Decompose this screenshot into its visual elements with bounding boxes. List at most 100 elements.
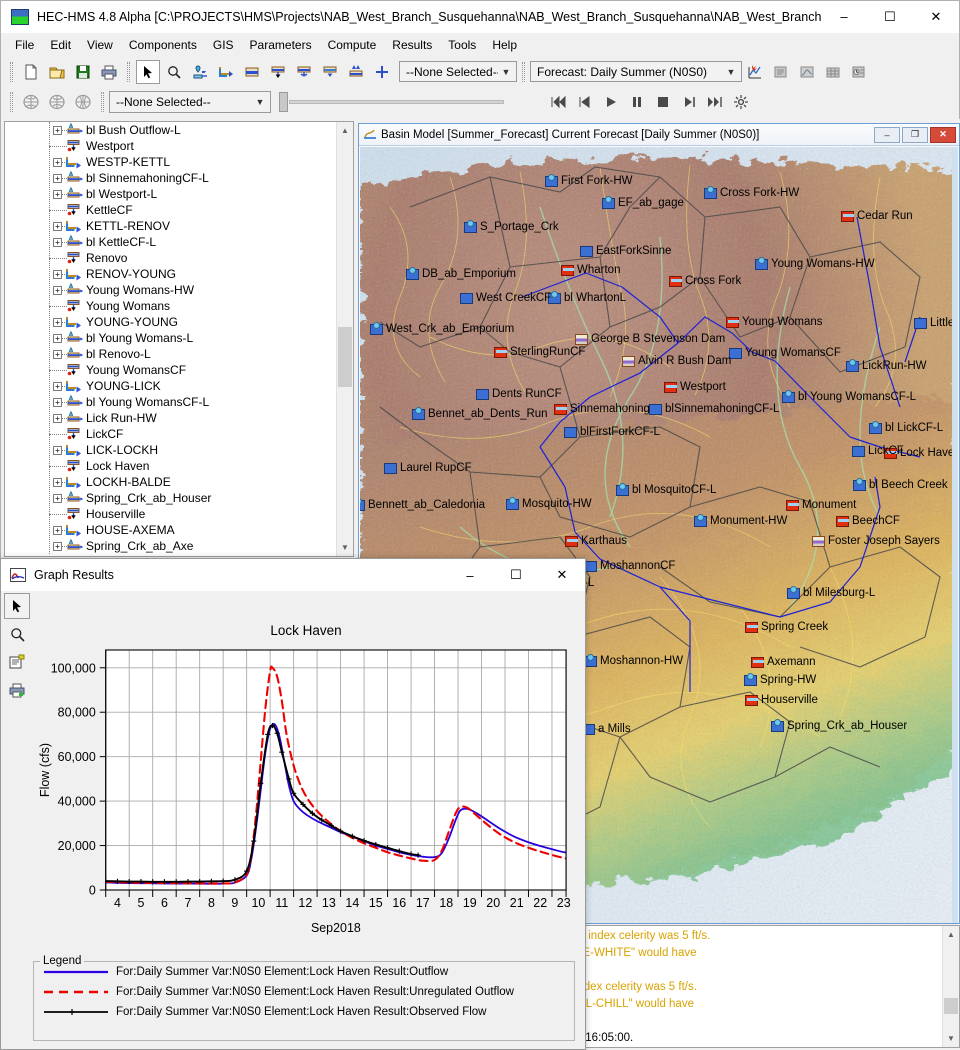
tree-node[interactable]: + bl SinnemahoningCF-L [5, 170, 336, 186]
basin-element-label[interactable]: bl WhartonL [564, 292, 626, 304]
basin-element-label[interactable]: Houserville [761, 694, 818, 706]
basin-element-label[interactable]: Spring Creek [761, 621, 828, 633]
tree-node[interactable]: + RENOV-YOUNG [5, 266, 336, 282]
tree-expand-icon[interactable]: + [53, 334, 62, 343]
msg-scroll-down-arrow-icon[interactable]: ▼ [943, 1030, 959, 1047]
chart-svg[interactable]: 4 5 6 7 8 9 10 11 12 13 14 15 16 17 18 19 20 21 22 23 0 20,00… [31, 593, 581, 958]
legend-item-unregulated-outflow[interactable]: For:Daily Summer Var:N0S0 Element:Lock H… [42, 982, 574, 1002]
tree-expand-icon[interactable]: + [53, 478, 62, 487]
basin-element-label[interactable]: blFirstForkCF-L [580, 426, 660, 438]
basin-restore-button[interactable]: ❐ [902, 126, 928, 143]
basin-element-sink-icon[interactable] [384, 463, 397, 474]
step-back-button[interactable] [573, 90, 597, 114]
close-button[interactable]: ✕ [913, 1, 959, 32]
basin-element-label[interactable]: Alvin R Bush Dam [638, 355, 731, 367]
skip-to-end-button[interactable] [703, 90, 727, 114]
tree-vertical-scrollbar[interactable]: ▲ ▼ [336, 122, 353, 556]
tree-node[interactable]: + bl KettleCF-L [5, 234, 336, 250]
basin-element-junction-icon[interactable] [565, 536, 578, 547]
basin-element-source-icon[interactable] [846, 359, 859, 372]
tree-node[interactable]: LickCF [5, 426, 336, 442]
basin-element-label[interactable]: Westport [680, 381, 726, 393]
tree-node[interactable]: + KETTL-RENOV [5, 218, 336, 234]
basin-element-label[interactable]: Sinnemahoning [570, 403, 650, 415]
menu-results[interactable]: Results [384, 35, 440, 55]
graph-maximize-button[interactable]: ☐ [493, 560, 539, 591]
menu-view[interactable]: View [79, 35, 121, 55]
basin-element-label[interactable]: Spring-HW [760, 674, 816, 686]
basin-element-label[interactable]: Wharton [577, 264, 620, 276]
basin-element-junction-icon[interactable] [561, 265, 574, 276]
basin-element-source-icon[interactable] [694, 514, 707, 527]
scroll-down-arrow-icon[interactable]: ▼ [337, 539, 353, 556]
pause-button[interactable] [625, 90, 649, 114]
tree-expand-icon[interactable]: + [53, 158, 62, 167]
stop-button[interactable] [651, 90, 675, 114]
basin-element-label[interactable]: First Fork-HW [561, 175, 633, 187]
basin-element-junction-icon[interactable] [669, 276, 682, 287]
add-element-tool[interactable] [370, 60, 394, 84]
basin-element-label[interactable]: bl MosquitoCF-L [632, 484, 716, 496]
diversion-tool[interactable] [292, 60, 316, 84]
tree-node[interactable]: + HOUSE-AXEMA [5, 522, 336, 538]
basin-element-label[interactable]: BeechCF [852, 515, 900, 527]
basin-element-label[interactable]: bl LickCF-L [885, 422, 943, 434]
msg-scroll-thumb[interactable] [944, 998, 958, 1014]
basin-element-sink-icon[interactable] [476, 389, 489, 400]
basin-element-label[interactable]: EastForkSinne [596, 245, 671, 257]
tree-node[interactable]: + bl Westport-L [5, 186, 336, 202]
basin-element-label[interactable]: Cross Fork-HW [720, 187, 799, 199]
graph-close-button[interactable]: ✕ [539, 560, 585, 591]
menu-compute[interactable]: Compute [320, 35, 385, 55]
basin-element-label[interactable]: EF_ab_gage [618, 197, 684, 209]
tree-expand-icon[interactable]: + [53, 126, 62, 135]
basin-element-label[interactable]: blSinnemahoningCF-L [665, 403, 779, 415]
basin-element-label[interactable]: Monument-HW [710, 515, 787, 527]
toolbar-grip-2[interactable] [127, 61, 130, 82]
msg-scroll-up-arrow-icon[interactable]: ▲ [943, 926, 959, 943]
basin-element-label[interactable]: bl Beech Creek [869, 479, 948, 491]
tree-expand-icon[interactable]: + [53, 222, 62, 231]
basin-element-source-icon[interactable] [616, 483, 629, 496]
basin-element-reservoir-icon[interactable] [622, 356, 635, 367]
basin-element-label[interactable]: Bennett_ab_Caledonia [368, 499, 485, 511]
basin-element-source-icon[interactable] [771, 719, 784, 732]
play-button[interactable] [599, 90, 623, 114]
toolbar-grip-3[interactable] [522, 61, 525, 82]
chart-plot-area[interactable]: Lock Haven 4 5 6 7 8 9 10 11 12 13 14 15 16 17 18 19 20 2… [31, 593, 581, 958]
grid-cells-icon[interactable] [71, 90, 95, 114]
basin-element-source-icon[interactable] [464, 220, 477, 233]
arrow-select-tool[interactable] [4, 593, 30, 619]
basin-element-source-icon[interactable] [506, 497, 519, 510]
basin-element-junction-icon[interactable] [751, 657, 764, 668]
basin-element-label[interactable]: Lock Haven [900, 447, 958, 459]
basin-element-label[interactable]: Mosquito-HW [522, 498, 592, 510]
basin-element-label[interactable]: Axemann [767, 656, 816, 668]
basin-element-sink-icon[interactable] [580, 246, 593, 257]
basin-element-reservoir-icon[interactable] [575, 334, 588, 345]
tree-node[interactable]: + bl Young Womans-L [5, 330, 336, 346]
tree-expand-icon[interactable]: + [53, 414, 62, 423]
basin-element-label[interactable]: LickRun-HW [862, 360, 927, 372]
subbasin-tool[interactable] [188, 60, 212, 84]
arrow-select-tool[interactable] [136, 59, 160, 84]
basin-element-junction-icon[interactable] [745, 695, 758, 706]
basin-element-label[interactable]: Karthaus [581, 535, 627, 547]
tree-node[interactable]: + bl Bush Outflow-L [5, 122, 336, 138]
basin-element-label[interactable]: Little [930, 317, 954, 329]
menu-help[interactable]: Help [484, 35, 525, 55]
menu-gis[interactable]: GIS [205, 35, 242, 55]
zoom-tool[interactable] [4, 621, 30, 647]
basin-element-label[interactable]: LickCF [868, 445, 904, 457]
tree-expand-icon[interactable]: + [53, 270, 62, 279]
basin-element-reservoir-icon[interactable] [812, 536, 825, 547]
graph-minimize-button[interactable]: – [447, 560, 493, 591]
tree-node[interactable]: + LICK-LOCKH [5, 442, 336, 458]
basin-element-label[interactable]: Young Womans-HW [771, 258, 875, 270]
basin-element-label[interactable]: S_Portage_Crk [480, 221, 559, 233]
tree-expand-icon[interactable]: + [53, 238, 62, 247]
animation-settings-button[interactable] [729, 90, 753, 114]
basin-element-source-icon[interactable] [787, 586, 800, 599]
menu-edit[interactable]: Edit [42, 35, 79, 55]
basin-element-label[interactable]: West CreekCF [476, 292, 551, 304]
